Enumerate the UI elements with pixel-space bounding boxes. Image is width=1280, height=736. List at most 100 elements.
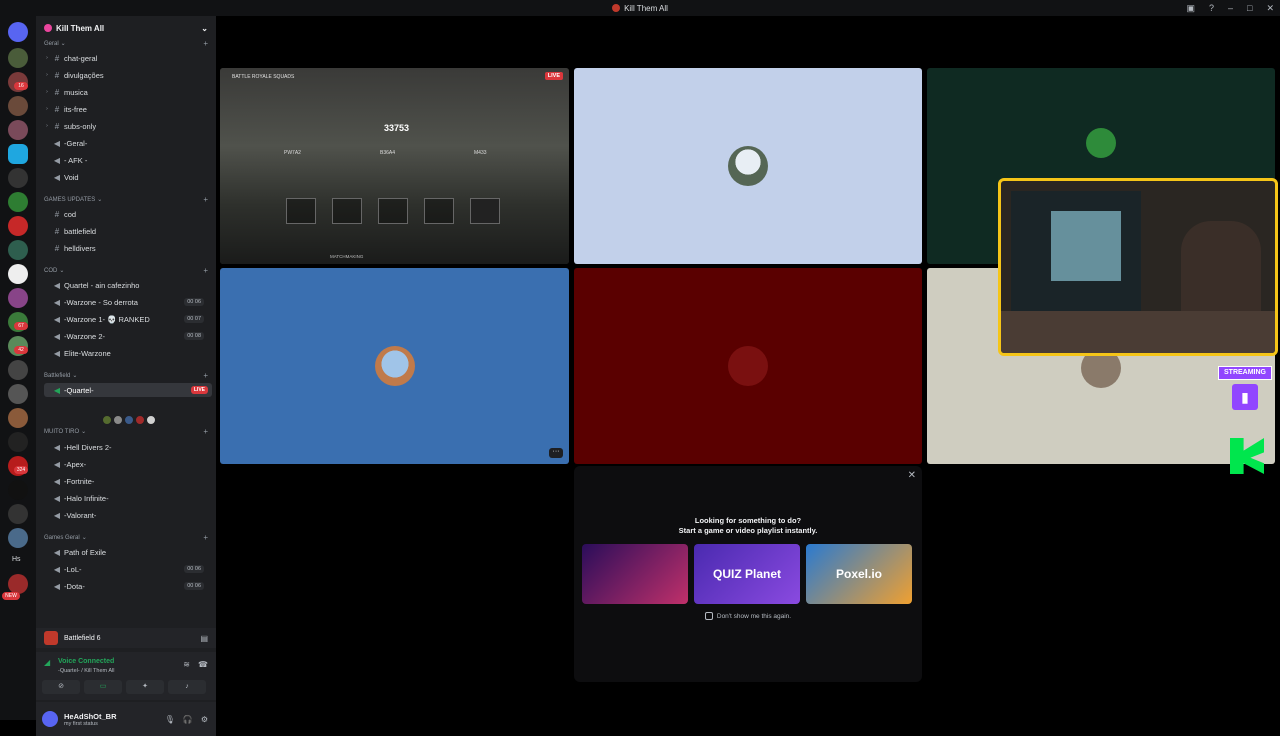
disconnect-icon[interactable]: ☎	[198, 660, 208, 669]
screen-share-button[interactable]: ▭	[84, 680, 122, 694]
avatar[interactable]	[146, 415, 156, 425]
help-icon[interactable]: ?	[1209, 3, 1214, 13]
signal-icon[interactable]: ◢	[44, 658, 50, 667]
server-icon[interactable]	[8, 264, 28, 284]
server-icon[interactable]	[8, 240, 28, 260]
voice-channel-quartel-cafe[interactable]: ◀ Quartel - ain cafezinho	[44, 278, 212, 292]
activity-settings-icon[interactable]: ▤	[200, 634, 208, 643]
server-icon[interactable]	[8, 192, 28, 212]
voice-channel-elite-warzone[interactable]: ◀ Elite-Warzone	[44, 346, 212, 360]
server-icon[interactable]	[8, 144, 28, 164]
game-card[interactable]: QUIZ Planet	[694, 544, 800, 604]
channel-chat-geral[interactable]: › # chat-geral	[44, 51, 212, 65]
game-card[interactable]: Poxel.io	[806, 544, 912, 604]
maximize-button[interactable]: □	[1247, 3, 1252, 13]
server-header[interactable]: Kill Them All ⌄	[36, 16, 216, 40]
voice-channel-warzone2[interactable]: ◀ -Warzone 2- 00 08	[44, 329, 212, 343]
voice-channel-path-of-exile[interactable]: ◀ Path of Exile	[44, 545, 212, 559]
channel-battlefield[interactable]: # battlefield	[44, 224, 212, 238]
gear-icon[interactable]: ⚙	[201, 715, 208, 724]
voice-channel-geral[interactable]: ◀ -Geral-	[44, 136, 212, 150]
current-activity[interactable]: Battlefield 6 ▤	[36, 628, 216, 648]
server-icon[interactable]	[8, 574, 28, 594]
minimize-button[interactable]: –	[1228, 3, 1233, 13]
voice-channel-halo[interactable]: ◀ -Halo Infinite-	[44, 491, 212, 505]
server-icon[interactable]	[8, 360, 28, 380]
add-channel-icon[interactable]: +	[203, 371, 208, 380]
chevron-down-icon[interactable]: ⌄	[201, 24, 208, 33]
voice-channel-quartel[interactable]: ◀ -Quartel- LIVE	[44, 383, 212, 397]
avatar	[1086, 128, 1116, 158]
server-icon[interactable]	[8, 432, 28, 452]
avatar[interactable]	[113, 415, 123, 425]
category-games-updates[interactable]: GAMES UPDATES ⌄ +	[44, 195, 208, 204]
inbox-icon[interactable]: ▣	[1186, 3, 1195, 14]
server-icon[interactable]	[8, 528, 28, 548]
voice-channel-lol[interactable]: ◀ -LoL- 00 06	[44, 562, 212, 576]
close-window-button[interactable]: ✕	[1266, 3, 1274, 14]
server-icon[interactable]	[8, 96, 28, 116]
add-channel-icon[interactable]: +	[203, 266, 208, 275]
avatar[interactable]	[42, 711, 58, 727]
close-icon[interactable]: ✕	[908, 470, 916, 481]
user-count: 00 06	[184, 565, 204, 573]
dont-show-again[interactable]: Don't show me this again.	[574, 612, 922, 620]
channel-divulgacoes[interactable]: › # divulgações	[44, 68, 212, 82]
channel-subs-only[interactable]: › # subs-only	[44, 119, 212, 133]
server-icon[interactable]	[8, 408, 28, 428]
soundboard-button[interactable]: ♪	[168, 680, 206, 694]
server-label[interactable]: Hs	[12, 556, 21, 563]
add-channel-icon[interactable]: +	[203, 533, 208, 542]
voice-location[interactable]: -Quartel- / Kill Them All	[58, 668, 114, 674]
discord-home-icon[interactable]	[8, 22, 28, 42]
avatar[interactable]	[124, 415, 134, 425]
voice-channel-warzone-ranked[interactable]: ◀ -Warzone 1- 💀 RANKED 00 07	[44, 312, 212, 326]
voice-channel-warzone-derrota[interactable]: ◀ -Warzone - So derrota 00 06	[44, 295, 212, 309]
more-options-button[interactable]: ···	[549, 448, 563, 458]
channel-cod[interactable]: # cod	[44, 207, 212, 221]
category-muito-tiro[interactable]: MUITO TIRO ⌄ +	[44, 427, 208, 436]
voice-channel-dota[interactable]: ◀ -Dota- 00 06	[44, 579, 212, 593]
checkbox[interactable]	[704, 612, 713, 620]
server-icon[interactable]	[8, 120, 28, 140]
noise-suppression-icon[interactable]: ≋	[183, 660, 190, 669]
server-icon[interactable]	[8, 288, 28, 308]
category-geral[interactable]: Geral ⌄ +	[44, 39, 208, 48]
server-icon[interactable]	[8, 384, 28, 404]
headphones-icon[interactable]: 🎧	[183, 715, 193, 724]
microphone-icon[interactable]: 🎙	[165, 715, 175, 724]
voice-channel-apex[interactable]: ◀ -Apex-	[44, 457, 212, 471]
add-channel-icon[interactable]: +	[203, 427, 208, 436]
server-icon[interactable]	[8, 504, 28, 524]
avatar[interactable]	[135, 415, 145, 425]
voice-channel-hell-divers2[interactable]: ◀ -Hell Divers 2-	[44, 440, 212, 454]
avatar[interactable]	[102, 415, 112, 425]
stream-tile[interactable]: BATTLE ROYALE SQUADS LIVE 33753 PW7A2 B3…	[220, 68, 569, 264]
voice-user-avatars[interactable]	[102, 415, 156, 425]
server-icon[interactable]	[8, 216, 28, 236]
user-panel[interactable]: HeAdShOt_BR my first status 🎙 🎧 ⚙	[36, 702, 216, 736]
game-card[interactable]	[582, 544, 688, 604]
camera-off-button[interactable]: ⊘	[42, 680, 80, 694]
category-battlefield[interactable]: Battlefield ⌄ +	[44, 371, 208, 380]
add-channel-icon[interactable]: +	[203, 39, 208, 48]
participant-tile[interactable]: ···	[220, 268, 569, 464]
channel-its-free[interactable]: › # its-free	[44, 102, 212, 116]
channel-helldivers[interactable]: # helldivers	[44, 241, 212, 255]
voice-channel-void[interactable]: ◀ Void	[44, 170, 212, 184]
category-games-geral[interactable]: Games Geral ⌄ +	[44, 533, 208, 542]
participant-tile[interactable]	[574, 268, 922, 464]
server-icon[interactable]	[8, 480, 28, 500]
voice-status-panel: ◢ Voice Connected -Quartel- / Kill Them …	[36, 652, 216, 700]
voice-channel-valorant[interactable]: ◀ -Valorant-	[44, 508, 212, 522]
server-icon[interactable]	[8, 168, 28, 188]
category-cod[interactable]: COD ⌄ +	[44, 266, 208, 275]
participant-tile[interactable]	[574, 68, 922, 264]
voice-channel-fortnite[interactable]: ◀ -Fortnite-	[44, 474, 212, 488]
activities-button[interactable]: ✦	[126, 680, 164, 694]
channel-musica[interactable]: › # musica	[44, 85, 212, 99]
voice-channel-afk[interactable]: ◀ - AFK -	[44, 153, 212, 167]
add-channel-icon[interactable]: +	[203, 195, 208, 204]
server-icon[interactable]	[8, 48, 28, 68]
voice-connected-label[interactable]: Voice Connected	[58, 658, 114, 665]
